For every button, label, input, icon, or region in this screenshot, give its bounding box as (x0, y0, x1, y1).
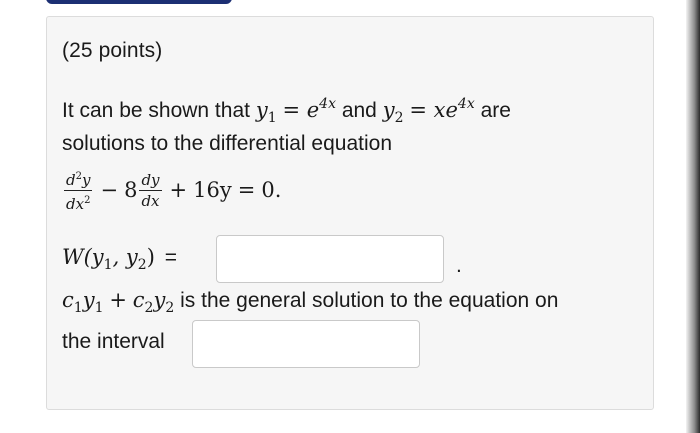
intro-text: It can be shown that (62, 99, 250, 122)
y1-symbol: y1 (255, 98, 277, 126)
second-derivative-fraction: d2y dx2 (64, 168, 93, 213)
y2-expression: xe4x (433, 96, 475, 122)
are-text: are (480, 99, 511, 122)
wronskian-answer-input[interactable] (216, 235, 444, 283)
y2-symbol: y2 (382, 98, 404, 126)
problem-line-2: solutions to the differential equation (62, 132, 393, 155)
y1-expression: e4x (306, 96, 336, 122)
and-text: and (341, 99, 377, 122)
points-label: (25 points) (62, 39, 163, 62)
trailing-period: . (456, 254, 462, 277)
interval-answer-input[interactable] (192, 320, 420, 368)
problem-line-1: It can be shown that y1 = e4x and y2 = x… (62, 96, 511, 126)
differential-equation: d2y dx2 − 8 dy dx + 16y = 0. (62, 166, 281, 214)
general-solution-line: c1y1 + c2y2 is the general solution to t… (62, 288, 559, 316)
wronskian-label: W(y1, y2) = (62, 245, 178, 273)
interval-label: the interval (62, 330, 165, 353)
top-tab-bar (46, 0, 232, 4)
page-edge-shadow (686, 0, 700, 433)
first-derivative-fraction: dy dx (139, 170, 162, 210)
general-solution-text: is the general solution to the equation … (180, 289, 559, 312)
